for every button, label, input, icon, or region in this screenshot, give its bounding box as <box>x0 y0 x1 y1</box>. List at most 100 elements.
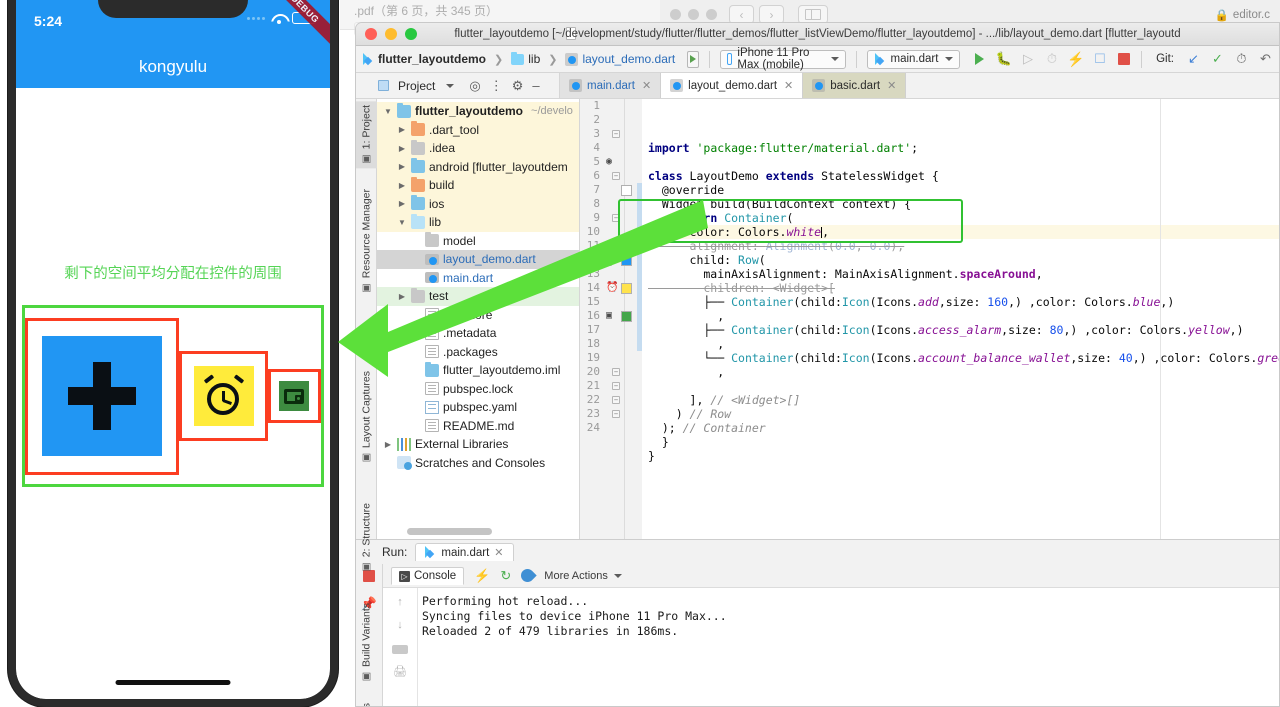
gutter-line[interactable]: 2 <box>580 113 642 127</box>
locate-icon[interactable]: ◎ <box>469 78 480 94</box>
code-line[interactable]: ) // Row <box>642 407 1279 421</box>
gutter-line[interactable]: 20 − <box>580 365 642 379</box>
tree-node[interactable]: ▶ .dart_tool <box>377 120 579 139</box>
run-configuration-selector[interactable]: main.dart <box>866 49 961 69</box>
rail-item-layout-captures[interactable]: ▣ Layout Captures <box>356 367 377 467</box>
more-actions-button[interactable]: More Actions <box>544 570 622 582</box>
rail-item-build-variants[interactable]: ▣ Build Variants <box>356 599 377 686</box>
ide-window[interactable]: flutter_layoutdemo [~/development/study/… <box>355 22 1280 707</box>
maximize-icon[interactable] <box>706 9 717 20</box>
ide-titlebar[interactable]: flutter_layoutdemo [~/development/study/… <box>356 23 1279 46</box>
code-fold-toggle[interactable]: − <box>612 130 620 138</box>
code-fold-toggle[interactable]: − <box>612 382 620 390</box>
navigation-bar[interactable]: flutter_layoutdemo ❯ lib ❯ layout_demo.d… <box>356 46 1279 73</box>
code-line[interactable]: ├── Container(child:Icon(Icons.access_al… <box>642 323 1279 337</box>
rollback-icon[interactable]: ↶ <box>1258 51 1273 67</box>
chevron-right-icon[interactable]: ▶ <box>383 440 393 449</box>
gutter-line[interactable]: 21 − <box>580 379 642 393</box>
history-clock-icon[interactable]: ⏱ <box>1234 51 1249 67</box>
close-icon[interactable]: ✕ <box>642 79 651 92</box>
maximize-icon[interactable] <box>405 28 417 40</box>
code-fold-toggle[interactable]: − <box>612 368 620 376</box>
code-line[interactable]: , <box>642 337 1279 351</box>
run-toolbar[interactable]: 🐛 ▷ ⏱ ⚡ ☐ <box>972 51 1131 67</box>
window-traffic-lights[interactable] <box>365 28 417 40</box>
code-line[interactable]: Widget build(BuildContext context) { <box>642 197 1279 211</box>
tree-node[interactable]: .metadata <box>377 324 579 343</box>
console-tab-bar[interactable]: ▷ Console ⚡ ↻ More Actions <box>383 564 1279 588</box>
gutter-line[interactable]: 5 ◉ <box>580 155 642 169</box>
gutter-line[interactable]: 13 <box>580 267 642 281</box>
code-fold-toggle[interactable]: − <box>612 172 620 180</box>
chevron-down-icon[interactable] <box>446 83 455 88</box>
rail-item-structure[interactable]: ▣ 2: Structure <box>356 499 377 576</box>
gutter-line[interactable]: 8 <box>580 197 642 211</box>
tree-node[interactable]: layout_demo.dart <box>377 250 579 269</box>
tab-basic-dart[interactable]: basic.dart ✕ <box>803 73 907 98</box>
device-selector[interactable]: iPhone 11 Pro Max (mobile) <box>719 47 846 71</box>
gutter-line[interactable]: 9− <box>580 211 642 225</box>
breadcrumb-project[interactable]: flutter_layoutdemo <box>362 52 486 66</box>
gutter-line[interactable]: 24 <box>580 421 642 435</box>
gutter-line[interactable]: 4 <box>580 141 642 155</box>
gutter-line[interactable]: 23 − <box>580 407 642 421</box>
settings-gear-icon[interactable]: ⚙ <box>512 78 524 94</box>
minimize-icon[interactable] <box>688 9 699 20</box>
simulator-screen[interactable]: 5:24 kongyulu 剩下的空间平均分配在控件的周围 <box>16 0 330 699</box>
gutter-line[interactable]: 11 <box>580 239 642 253</box>
chevron-right-icon[interactable]: ▶ <box>397 144 407 153</box>
code-line[interactable]: import 'package:flutter/material.dart'; <box>642 141 1279 155</box>
code-fold-toggle[interactable]: − <box>612 396 620 404</box>
tree-node[interactable]: README.md <box>377 417 579 436</box>
tree-node[interactable]: ▶ ios <box>377 194 579 213</box>
run-tab-main-dart[interactable]: main.dart ✕ <box>415 543 514 561</box>
run-tool-window[interactable]: Run: main.dart ✕ 📌 ▷ Console ⚡ ↻ More Ac… <box>356 539 1279 706</box>
gutter-line[interactable]: 22 − <box>580 393 642 407</box>
gutter-line[interactable]: 10 <box>580 225 642 239</box>
wallet-icon[interactable]: ▣ <box>606 310 618 322</box>
project-tool-header[interactable]: Project ◎ ⋮ ⚙ – <box>356 73 560 98</box>
close-icon[interactable]: ✕ <box>494 546 503 559</box>
chevron-down-icon[interactable]: ▼ <box>397 218 407 227</box>
run-target-button[interactable] <box>687 50 700 68</box>
breadcrumb-file[interactable]: layout_demo.dart <box>565 52 675 66</box>
editor-gutter[interactable]: 1 2 3−4 5 ◉ 6−7 8 9−10 11 12 ＋ 13 14 ⏰ 15 16 ▣ 17 18 19 20−2… <box>580 99 642 539</box>
tree-node[interactable]: ▶ .idea <box>377 139 579 158</box>
code-line[interactable]: ], // <Widget>[] <box>642 393 1279 407</box>
gutter-line[interactable]: 14 ⏰ <box>580 281 642 295</box>
soft-wrap-icon[interactable] <box>392 645 408 654</box>
debug-icon[interactable]: 🐛 <box>996 51 1012 67</box>
gutter-line[interactable]: 1 <box>580 99 642 113</box>
rail-item-favorites[interactable]: ▣Favorites <box>356 699 377 706</box>
run-icon[interactable] <box>972 52 987 67</box>
chevron-right-icon[interactable]: ▶ <box>397 292 407 301</box>
code-line[interactable]: } <box>642 449 1279 463</box>
browser-address-bar[interactable]: 🔒 editor.c <box>1215 8 1270 22</box>
code-line[interactable]: mainAxisAlignment: MainAxisAlignment.spa… <box>642 267 1279 281</box>
add-icon[interactable]: ＋ <box>606 254 618 269</box>
close-icon[interactable] <box>670 9 681 20</box>
tree-node[interactable]: .packages <box>377 343 579 362</box>
console-panel[interactable]: ▷ Console ⚡ ↻ More Actions ↑ ↓ 🖨 Perform… <box>382 564 1279 706</box>
minimize-icon[interactable] <box>385 28 397 40</box>
chevron-right-icon[interactable]: ▶ <box>397 125 407 134</box>
code-line[interactable]: color: Colors.white, <box>642 225 1279 239</box>
git-toolbar[interactable]: ↙ ✓ ⏱ ↶ <box>1186 51 1273 67</box>
tab-console[interactable]: ▷ Console <box>391 567 465 585</box>
code-content[interactable]: import 'package:flutter/material.dart'; c… <box>642 99 1279 539</box>
hot-reload-bolt-icon[interactable]: ⚡ <box>474 568 490 584</box>
chevron-down-icon[interactable]: ▼ <box>383 107 393 116</box>
tree-node[interactable]: pubspec.yaml <box>377 398 579 417</box>
gutter-line[interactable]: 15 <box>580 295 642 309</box>
code-line[interactable]: } <box>642 435 1279 449</box>
browser-traffic-lights[interactable] <box>670 9 717 20</box>
collapse-all-icon[interactable]: ⋮ <box>490 78 503 94</box>
code-line[interactable] <box>642 463 1279 477</box>
tool-row[interactable]: Project ◎ ⋮ ⚙ – main.dart ✕ layout_demo.… <box>356 73 1279 99</box>
flutter-inspector-icon[interactable] <box>518 566 537 585</box>
hot-reload-bolt-icon[interactable]: ⚡ <box>1067 51 1084 67</box>
project-tree[interactable]: ▼ flutter_layoutdemo ~/develo ▶ .dart_tool ▶.… <box>377 99 579 472</box>
code-line[interactable]: @override <box>642 183 1279 197</box>
color-swatch[interactable] <box>621 255 632 266</box>
gutter-line[interactable]: 17 <box>580 323 642 337</box>
